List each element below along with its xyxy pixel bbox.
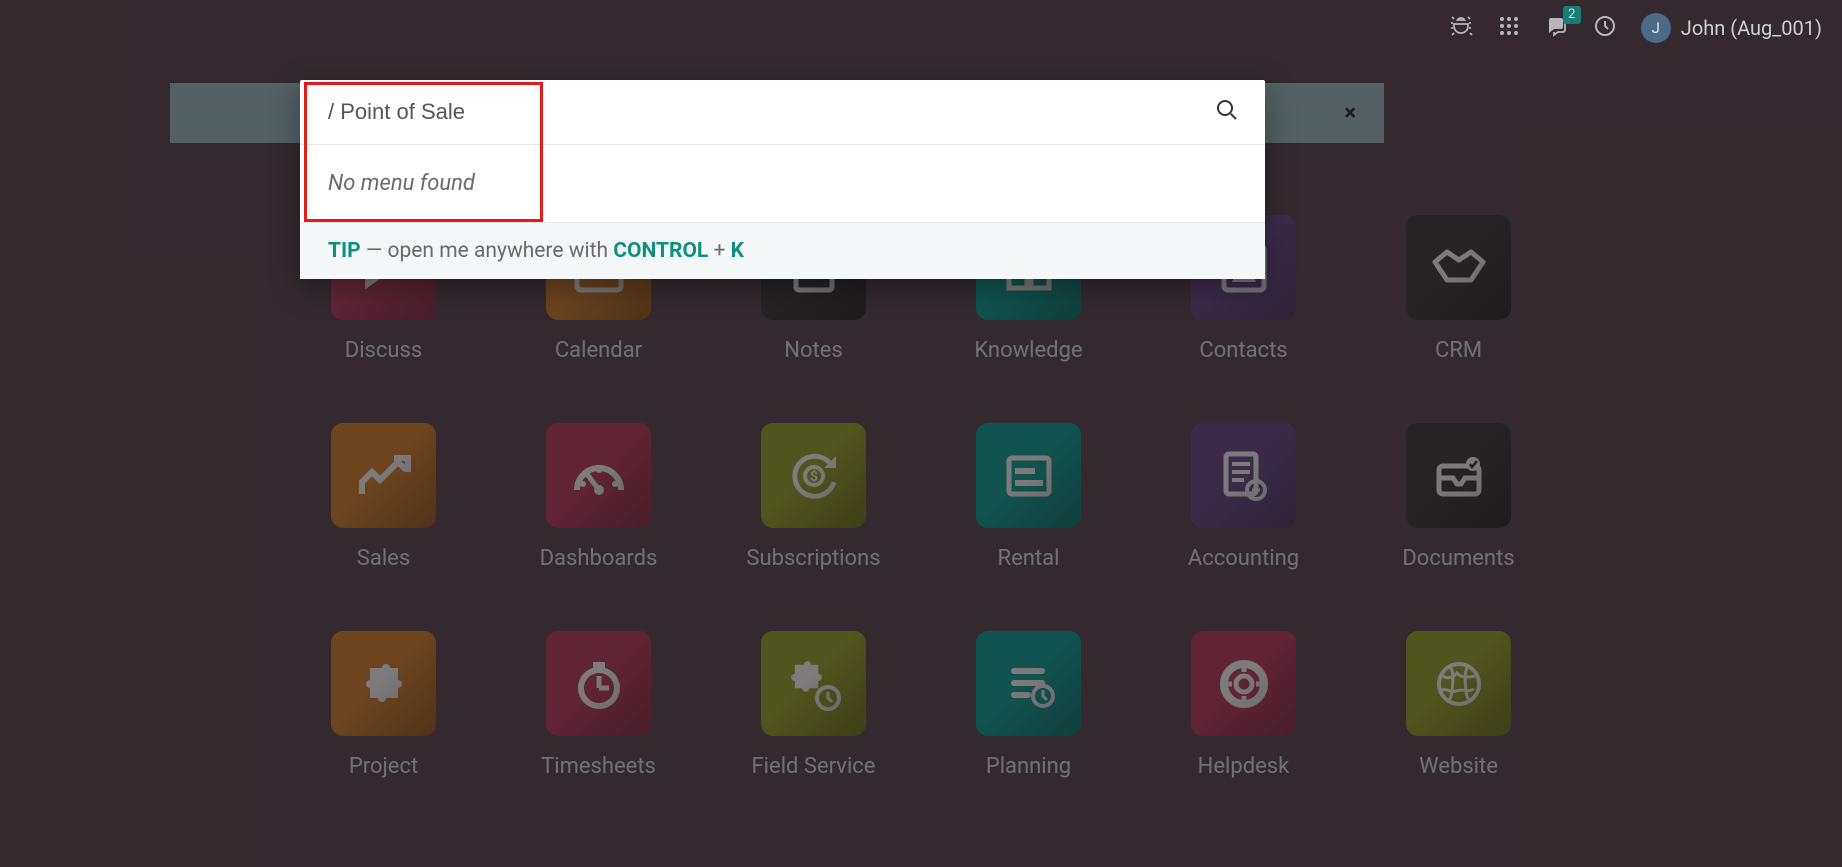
palette-no-result: No menu found xyxy=(300,145,1265,223)
tip-text: — open me anywhere with xyxy=(361,239,614,263)
messages-icon[interactable]: 2 xyxy=(1545,14,1569,42)
app-grid: Discuss Calendar Notes Knowledge Contacts CRM… xyxy=(276,215,1566,779)
app-accounting[interactable]: Accounting xyxy=(1136,423,1351,571)
svg-text:$: $ xyxy=(809,468,817,485)
tip-key-control: CONTROL xyxy=(613,239,708,263)
planning-icon xyxy=(976,631,1081,736)
user-menu[interactable]: J John (Aug_001) xyxy=(1641,13,1822,43)
app-label: Knowledge xyxy=(974,338,1082,363)
app-label: Calendar xyxy=(555,338,642,363)
app-label: Helpdesk xyxy=(1198,754,1290,779)
app-label: Field Service xyxy=(752,754,876,779)
tip-plus: + xyxy=(708,239,730,263)
app-subscriptions[interactable]: $ Subscriptions xyxy=(706,423,921,571)
apps-grid-icon[interactable] xyxy=(1497,14,1521,42)
app-website[interactable]: Website xyxy=(1351,631,1566,779)
debug-icon[interactable] xyxy=(1449,14,1473,42)
app-planning[interactable]: Planning xyxy=(921,631,1136,779)
app-area: Discuss Calendar Notes Knowledge Contacts CRM… xyxy=(0,215,1842,779)
sales-icon xyxy=(331,423,436,528)
palette-search-row xyxy=(300,80,1265,145)
app-label: Sales xyxy=(357,546,410,571)
command-palette: No menu found TIP — open me anywhere wit… xyxy=(300,80,1265,279)
tip-key-k: K xyxy=(731,239,744,263)
globe-icon xyxy=(1406,631,1511,736)
gauge-icon xyxy=(546,423,651,528)
app-timesheets[interactable]: Timesheets xyxy=(491,631,706,779)
app-project[interactable]: Project xyxy=(276,631,491,779)
app-label: Contacts xyxy=(1199,338,1287,363)
search-icon xyxy=(1215,98,1239,126)
lifebuoy-icon xyxy=(1191,631,1296,736)
app-crm[interactable]: CRM xyxy=(1351,215,1566,363)
rental-icon xyxy=(976,423,1081,528)
app-rental[interactable]: Rental xyxy=(921,423,1136,571)
clear-search-icon[interactable]: × xyxy=(1344,101,1356,126)
tip-label: TIP xyxy=(328,239,361,263)
palette-tip: TIP — open me anywhere with CONTROL + K xyxy=(300,223,1265,279)
cycle-icon: $ xyxy=(761,423,866,528)
app-label: Planning xyxy=(986,754,1071,779)
app-label: Rental xyxy=(998,546,1060,571)
app-label: Project xyxy=(349,754,418,779)
app-field-service[interactable]: Field Service xyxy=(706,631,921,779)
app-label: Discuss xyxy=(345,338,423,363)
inbox-icon xyxy=(1406,423,1511,528)
app-label: CRM xyxy=(1435,338,1482,363)
app-label: Dashboards xyxy=(540,546,658,571)
accounting-icon xyxy=(1191,423,1296,528)
app-label: Documents xyxy=(1402,546,1514,571)
stopwatch-icon xyxy=(546,631,651,736)
topbar: 2 J John (Aug_001) xyxy=(1449,0,1842,56)
app-sales[interactable]: Sales xyxy=(276,423,491,571)
app-label: Accounting xyxy=(1188,546,1299,571)
app-label: Timesheets xyxy=(541,754,656,779)
palette-search-input[interactable] xyxy=(328,99,1215,125)
app-dashboards[interactable]: Dashboards xyxy=(491,423,706,571)
puzzle-clock-icon xyxy=(761,631,866,736)
messages-badge: 2 xyxy=(1563,6,1581,24)
app-label: Notes xyxy=(784,338,842,363)
activities-icon[interactable] xyxy=(1593,14,1617,42)
app-documents[interactable]: Documents xyxy=(1351,423,1566,571)
handshake-icon xyxy=(1406,215,1511,320)
avatar: J xyxy=(1641,13,1671,43)
app-helpdesk[interactable]: Helpdesk xyxy=(1136,631,1351,779)
app-label: Website xyxy=(1419,754,1498,779)
app-label: Subscriptions xyxy=(746,546,880,571)
user-name: John (Aug_001) xyxy=(1681,16,1822,40)
puzzle-icon xyxy=(331,631,436,736)
